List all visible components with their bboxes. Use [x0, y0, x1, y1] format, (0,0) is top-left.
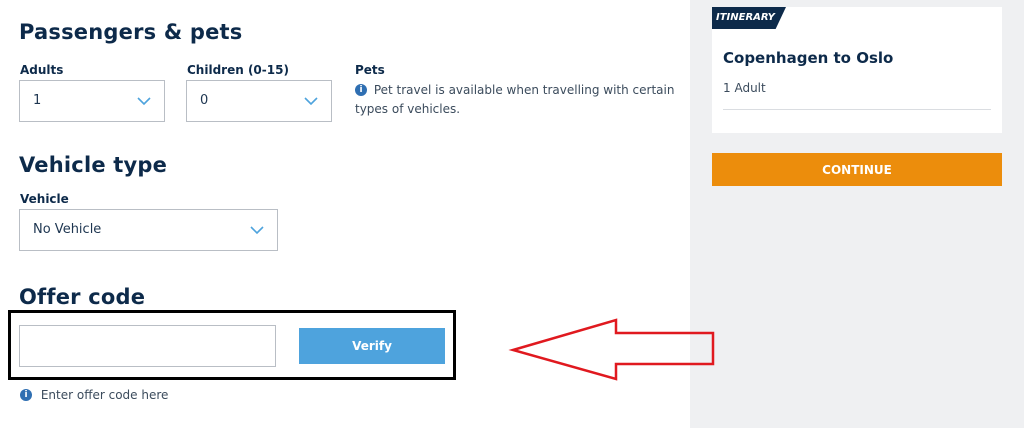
children-label: Children (0-15) — [187, 63, 289, 77]
vehicle-select[interactable]: No Vehicle — [19, 209, 278, 251]
offer-heading: Offer code — [19, 285, 146, 309]
pets-info-text: Pet travel is available when travelling … — [355, 83, 675, 116]
children-select-value: 0 — [200, 93, 209, 108]
offer-code-input[interactable] — [19, 325, 276, 367]
adults-label: Adults — [20, 63, 64, 77]
adults-select[interactable]: 1 — [19, 80, 165, 122]
vehicle-select-value: No Vehicle — [33, 222, 102, 237]
info-icon: i — [20, 388, 32, 401]
pets-label: Pets — [355, 63, 385, 77]
pets-info-note: i Pet travel is available when travellin… — [355, 81, 675, 119]
route-title: Copenhagen to Oslo — [723, 49, 894, 67]
card-divider — [723, 109, 991, 110]
vehicle-label: Vehicle — [20, 192, 69, 206]
red-arrow-annotation — [508, 318, 715, 381]
offer-hint-text: Enter offer code here — [40, 388, 169, 402]
info-icon: i — [355, 83, 367, 96]
continue-button[interactable]: CONTINUE — [712, 153, 1002, 186]
chevron-down-icon — [137, 97, 151, 106]
itinerary-tag: ITINERARY — [712, 7, 786, 29]
itinerary-card: ITINERARY Copenhagen to Oslo 1 Adult — [712, 7, 1002, 133]
verify-button[interactable]: Verify — [299, 328, 445, 364]
chevron-down-icon — [304, 97, 318, 106]
chevron-down-icon — [250, 226, 264, 235]
adults-select-value: 1 — [33, 93, 42, 108]
passenger-summary: 1 Adult — [723, 81, 766, 95]
passengers-heading: Passengers & pets — [19, 20, 243, 44]
offer-hint: i Enter offer code here — [20, 388, 168, 402]
vehicle-heading: Vehicle type — [19, 153, 168, 177]
children-select[interactable]: 0 — [186, 80, 332, 122]
